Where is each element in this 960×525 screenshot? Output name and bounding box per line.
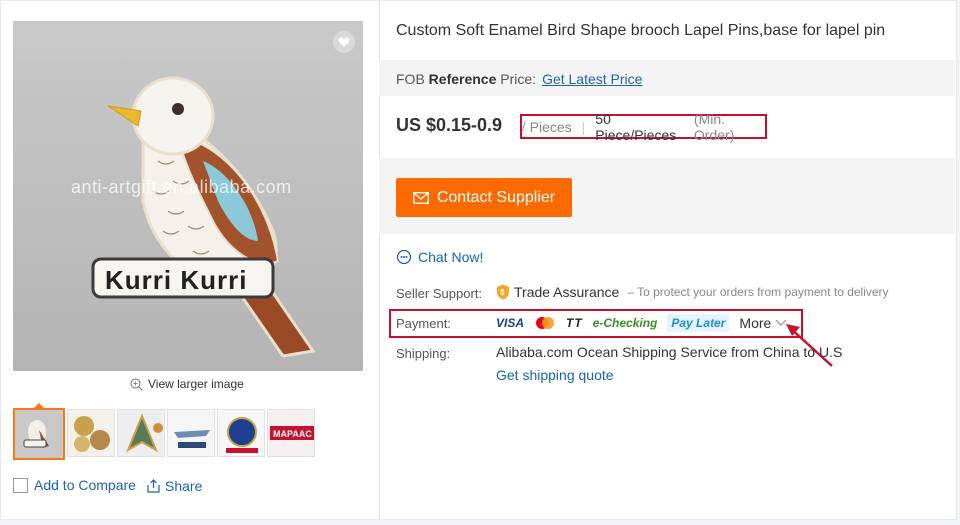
trade-assurance[interactable]: $ Trade Assurance – To protect your orde… bbox=[496, 284, 889, 300]
chat-now-label: Chat Now! bbox=[418, 249, 484, 265]
pay-later-icon: Pay Later bbox=[667, 314, 730, 332]
mastercard-icon bbox=[534, 314, 556, 332]
trade-assurance-note: – To protect your orders from payment to… bbox=[627, 285, 889, 299]
image-watermark: anti-artgift.en.alibaba.com bbox=[71, 177, 292, 197]
thumb-bird-image bbox=[15, 410, 63, 458]
more-label: More bbox=[739, 315, 772, 331]
get-latest-price-link[interactable]: Get Latest Price bbox=[542, 71, 642, 87]
product-title: Custom Soft Enamel Bird Shape brooch Lap… bbox=[396, 22, 886, 39]
thumbnail-2[interactable] bbox=[67, 409, 115, 457]
share-icon bbox=[147, 479, 160, 493]
thumbnail-3[interactable] bbox=[117, 409, 165, 457]
payment-label: Payment: bbox=[396, 316, 451, 331]
tt-icon: TT bbox=[566, 316, 583, 330]
divider: | bbox=[581, 118, 586, 135]
thumbnail-1[interactable] bbox=[13, 408, 65, 460]
get-shipping-quote-link[interactable]: Get shipping quote bbox=[496, 367, 614, 383]
share-label: Share bbox=[165, 478, 203, 494]
chat-now-link[interactable]: Chat Now! bbox=[396, 249, 483, 265]
trade-assurance-shield-icon: $ bbox=[497, 284, 509, 300]
thumb-plane-image bbox=[168, 410, 214, 456]
view-larger-link[interactable]: View larger image bbox=[130, 377, 244, 391]
thumbnail-6[interactable]: MAPAAC bbox=[267, 409, 315, 457]
add-to-compare[interactable]: Add to Compare bbox=[13, 477, 136, 493]
thumbnail-4[interactable] bbox=[167, 409, 215, 457]
svg-text:MAPAAC: MAPAAC bbox=[273, 429, 312, 439]
seller-support-label: Seller Support: bbox=[396, 286, 482, 301]
fob-price-text: FOB Reference Price: Get Latest Price bbox=[396, 71, 642, 87]
contact-supplier-button[interactable]: Contact Supplier bbox=[396, 178, 572, 217]
fob-price-bar: FOB Reference Price: Get Latest Price bbox=[379, 60, 955, 96]
zoom-icon bbox=[130, 377, 143, 391]
compare-checkbox[interactable] bbox=[13, 477, 28, 493]
share-button[interactable]: Share bbox=[147, 478, 202, 494]
contact-supplier-label: Contact Supplier bbox=[436, 188, 556, 206]
thumb-arrowhead-image bbox=[118, 410, 164, 456]
visa-icon: VISA bbox=[496, 316, 525, 330]
thumbnail-strip: MAPAAC bbox=[13, 408, 315, 460]
thumb-mapaac-image: MAPAAC bbox=[268, 410, 314, 456]
min-order-quantity: 50 Piece/Pieces bbox=[595, 110, 677, 143]
fob-suffix: Price: bbox=[496, 71, 537, 87]
price-slash: / bbox=[522, 119, 526, 134]
shipping-label: Shipping: bbox=[396, 346, 451, 361]
favorite-button[interactable] bbox=[333, 31, 355, 53]
fob-prefix: FOB bbox=[396, 71, 429, 87]
thumb-crest-image bbox=[218, 410, 264, 456]
trade-assurance-label: Trade Assurance bbox=[514, 284, 620, 300]
chat-icon bbox=[396, 249, 412, 265]
thumbnail-5[interactable] bbox=[217, 409, 265, 457]
svg-text:$: $ bbox=[500, 288, 505, 297]
heart-icon bbox=[338, 36, 350, 47]
envelope-icon bbox=[412, 191, 429, 204]
payment-methods: VISA TT e-Checking Pay Later More bbox=[496, 314, 787, 332]
price-unit: Pieces bbox=[529, 118, 572, 135]
fob-reference: Reference bbox=[428, 71, 497, 87]
pin-text: Kurri Kurri bbox=[105, 265, 248, 295]
thumb-coins-image bbox=[68, 410, 114, 456]
add-to-compare-label: Add to Compare bbox=[34, 477, 136, 493]
price-range: US $0.15-0.9 bbox=[396, 115, 503, 135]
view-larger-label: View larger image bbox=[148, 377, 244, 391]
e-checking-icon: e-Checking bbox=[592, 316, 658, 330]
shipping-service: Alibaba.com Ocean Shipping Service from … bbox=[496, 344, 843, 360]
main-product-image[interactable]: anti-artgift.en.alibaba.com Kurri Kurri bbox=[13, 21, 363, 371]
min-order-label: (Min. Order) bbox=[693, 110, 735, 143]
unit-moq-highlight: / Pieces | 50 Piece/Pieces (Min. Order) bbox=[520, 111, 767, 143]
